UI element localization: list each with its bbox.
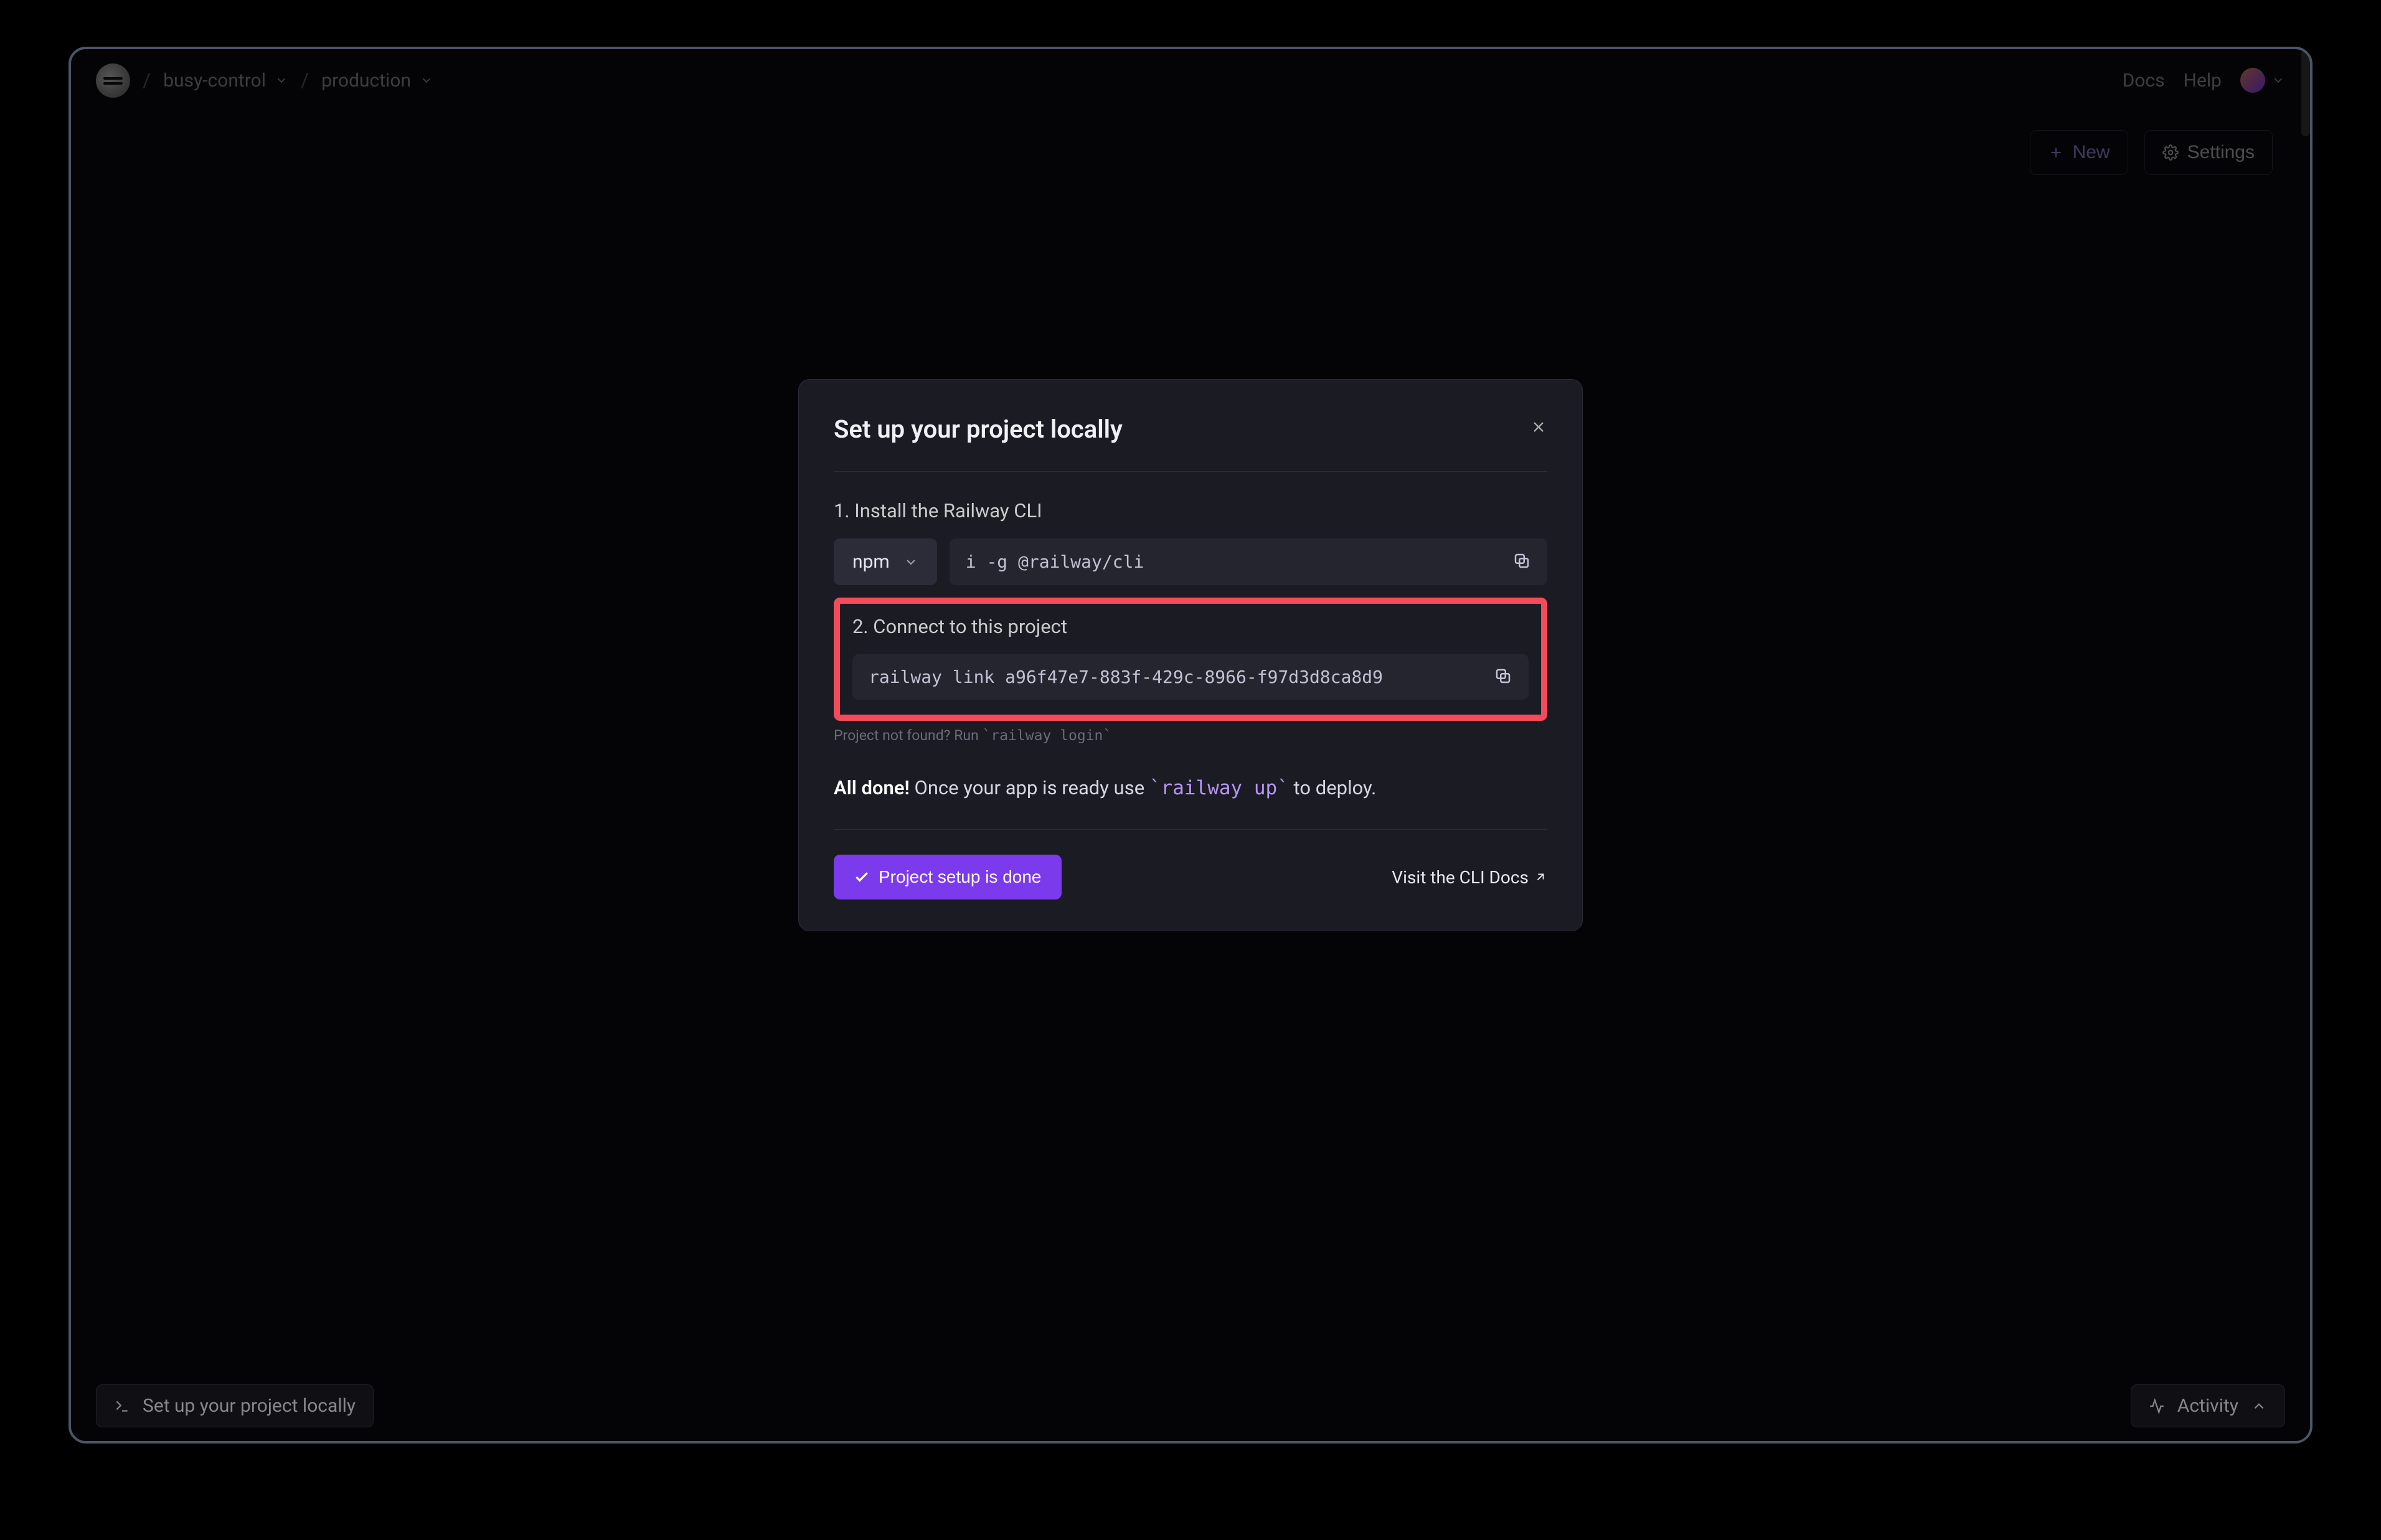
login-hint-prefix: Project not found? Run: [834, 727, 983, 744]
app-window: / busy-control / production Docs Help Ne…: [68, 47, 2313, 1444]
copy-install-button[interactable]: [1512, 552, 1531, 572]
copy-icon: [1512, 552, 1531, 570]
visit-cli-docs-link[interactable]: Visit the CLI Docs: [1392, 867, 1547, 888]
install-command-text: i -g @railway/cli: [966, 552, 1144, 572]
link-command-text: railway link a96f47e7-883f-429c-8966-f97…: [869, 667, 1383, 687]
done-message: All done! Once your app is ready use `ra…: [834, 776, 1547, 799]
done-cmd: `railway up`: [1149, 777, 1289, 799]
modal-title: Set up your project locally: [834, 415, 1123, 444]
check-icon: [854, 869, 870, 885]
done-suffix: to deploy.: [1289, 776, 1376, 799]
setup-modal: Set up your project locally 1. Install t…: [798, 379, 1583, 931]
activity-icon: [2149, 1398, 2165, 1414]
step-2-highlight: 2. Connect to this project railway link …: [834, 598, 1547, 721]
modal-header: Set up your project locally: [834, 415, 1547, 471]
close-button[interactable]: [1530, 417, 1547, 441]
terminal-icon: [114, 1398, 130, 1414]
login-hint: Project not found? Run `railway login`: [834, 727, 1547, 744]
activity-pill[interactable]: Activity: [2131, 1384, 2285, 1427]
setup-locally-label: Set up your project locally: [143, 1395, 356, 1417]
external-link-icon: [1534, 870, 1547, 884]
close-icon: [1530, 418, 1547, 436]
done-text: Once your app is ready use: [910, 776, 1149, 799]
package-manager-select[interactable]: npm: [834, 538, 937, 585]
modal-overlay[interactable]: Set up your project locally 1. Install t…: [71, 49, 2310, 1441]
activity-label: Activity: [2177, 1395, 2238, 1417]
copy-icon: [1494, 667, 1512, 685]
project-setup-done-button[interactable]: Project setup is done: [834, 855, 1062, 899]
login-hint-cmd: `railway login`: [983, 728, 1112, 744]
step-2-label: 2. Connect to this project: [852, 615, 1529, 638]
install-row: npm i -g @railway/cli: [834, 538, 1547, 585]
step-1-label: 1. Install the Railway CLI: [834, 499, 1547, 522]
package-manager-value: npm: [852, 551, 890, 573]
done-button-label: Project setup is done: [879, 867, 1042, 887]
bottombar: Set up your project locally Activity: [71, 1371, 2310, 1441]
chevron-down-icon: [903, 555, 918, 570]
cli-docs-label: Visit the CLI Docs: [1392, 867, 1529, 888]
install-command-box: i -g @railway/cli: [950, 538, 1547, 585]
done-strong: All done!: [834, 776, 910, 799]
divider: [834, 471, 1547, 472]
chevron-up-icon: [2251, 1398, 2267, 1414]
modal-footer: Project setup is done Visit the CLI Docs: [834, 830, 1547, 899]
setup-locally-pill[interactable]: Set up your project locally: [96, 1384, 374, 1427]
copy-link-button[interactable]: [1494, 667, 1512, 687]
link-command-box: railway link a96f47e7-883f-429c-8966-f97…: [852, 654, 1529, 700]
